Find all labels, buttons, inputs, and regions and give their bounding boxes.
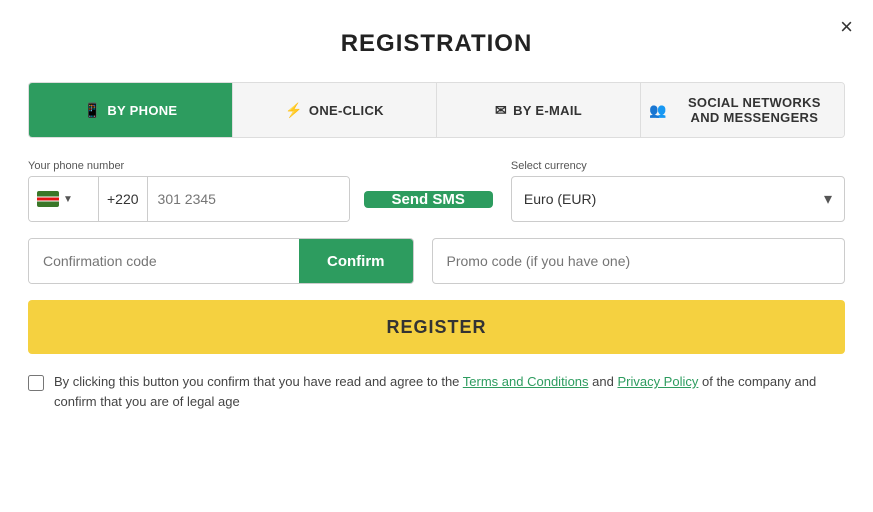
phone-code: +220: [99, 177, 148, 221]
currency-label: Select currency: [511, 160, 845, 172]
one-click-tab-icon: ⚡: [285, 102, 303, 119]
terms-conditions-link[interactable]: Terms and Conditions: [463, 374, 589, 389]
phone-tab-icon: 📱: [84, 102, 102, 119]
confirmation-code-group: Confirm: [28, 238, 414, 284]
country-select[interactable]: ▼: [29, 177, 99, 221]
confirmation-code-input[interactable]: [29, 239, 299, 283]
modal-title: REGISTRATION: [28, 30, 845, 58]
currency-field-group: Select currency Euro (EUR) USD GBP ▾: [511, 160, 845, 222]
social-tab-icon: 👥: [649, 102, 667, 119]
registration-modal: × REGISTRATION 📱 BY PHONE ⚡ ONE-CLICK ✉ …: [0, 0, 873, 512]
tab-social-label: SOCIAL NETWORKS AND MESSENGERS: [673, 95, 836, 125]
tab-by-phone[interactable]: 📱 BY PHONE: [29, 83, 233, 137]
tab-one-click-label: ONE-CLICK: [309, 103, 384, 118]
email-tab-icon: ✉: [495, 102, 507, 119]
phone-field-group: Your phone number ▼ +220 Send SMS: [28, 160, 493, 222]
terms-text-and: and: [589, 374, 618, 389]
tab-social[interactable]: 👥 SOCIAL NETWORKS AND MESSENGERS: [641, 83, 844, 137]
terms-row: By clicking this button you confirm that…: [28, 372, 845, 411]
tab-by-email[interactable]: ✉ BY E-MAIL: [437, 83, 641, 137]
tab-by-email-label: BY E-MAIL: [513, 103, 582, 118]
terms-text-before: By clicking this button you confirm that…: [54, 374, 463, 389]
confirm-button[interactable]: Confirm: [299, 239, 413, 283]
phone-label: Your phone number: [28, 160, 493, 172]
tab-one-click[interactable]: ⚡ ONE-CLICK: [233, 83, 437, 137]
close-button[interactable]: ×: [840, 16, 853, 38]
country-chevron-icon: ▼: [63, 194, 73, 205]
confirmation-promo-row: Confirm: [28, 238, 845, 284]
phone-currency-row: Your phone number ▼ +220 Send SMS Select…: [28, 160, 845, 222]
tab-by-phone-label: BY PHONE: [107, 103, 177, 118]
currency-select[interactable]: Euro (EUR) USD GBP: [512, 177, 844, 221]
promo-code-input[interactable]: [432, 238, 846, 284]
phone-input-container: ▼ +220: [28, 176, 350, 222]
currency-container: Euro (EUR) USD GBP ▾: [511, 176, 845, 222]
terms-text: By clicking this button you confirm that…: [54, 372, 845, 411]
send-sms-button[interactable]: Send SMS: [364, 191, 493, 208]
terms-checkbox[interactable]: [28, 375, 44, 391]
privacy-policy-link[interactable]: Privacy Policy: [617, 374, 698, 389]
register-button[interactable]: REGISTER: [28, 300, 845, 354]
gambia-flag: [37, 191, 59, 207]
registration-tabs: 📱 BY PHONE ⚡ ONE-CLICK ✉ BY E-MAIL 👥 SOC…: [28, 82, 845, 138]
phone-number-input[interactable]: [148, 177, 349, 221]
